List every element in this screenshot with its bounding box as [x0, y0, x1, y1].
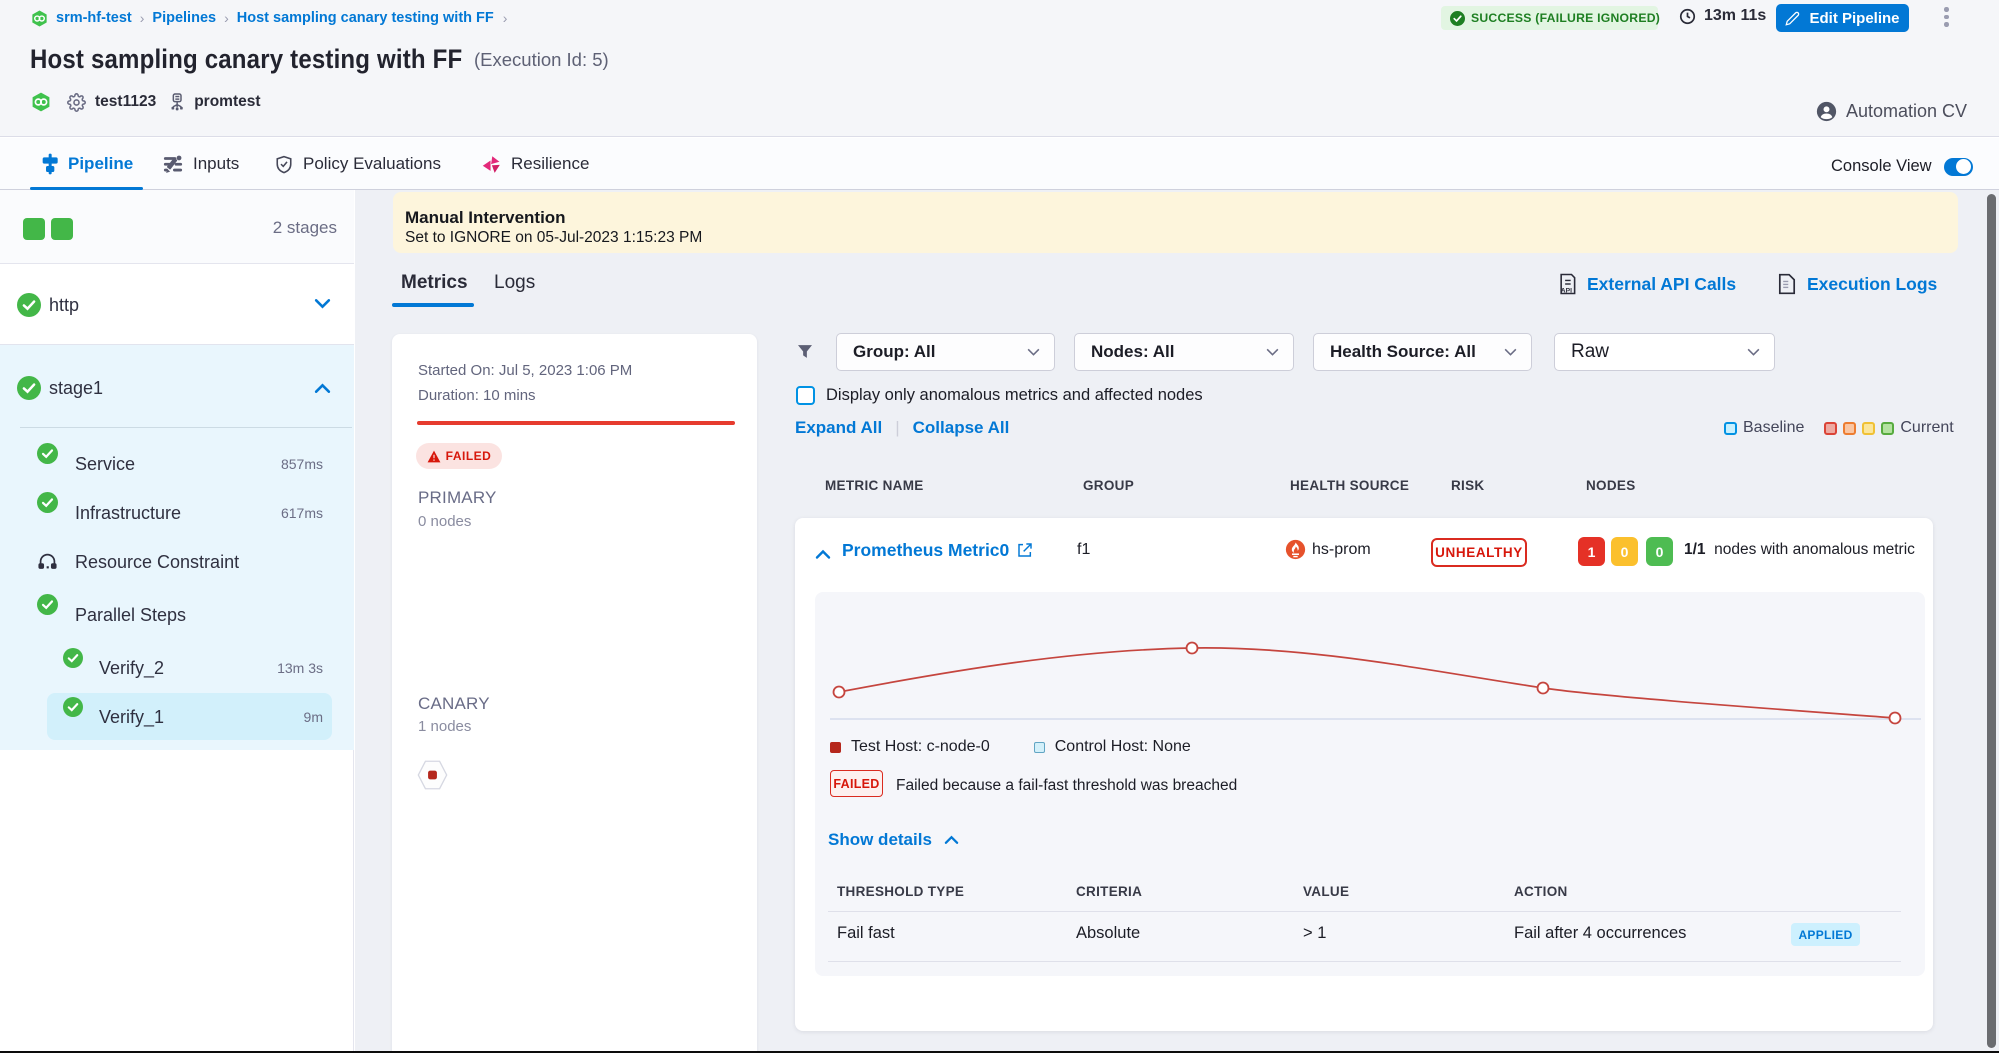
svg-text:API: API	[1561, 287, 1572, 294]
